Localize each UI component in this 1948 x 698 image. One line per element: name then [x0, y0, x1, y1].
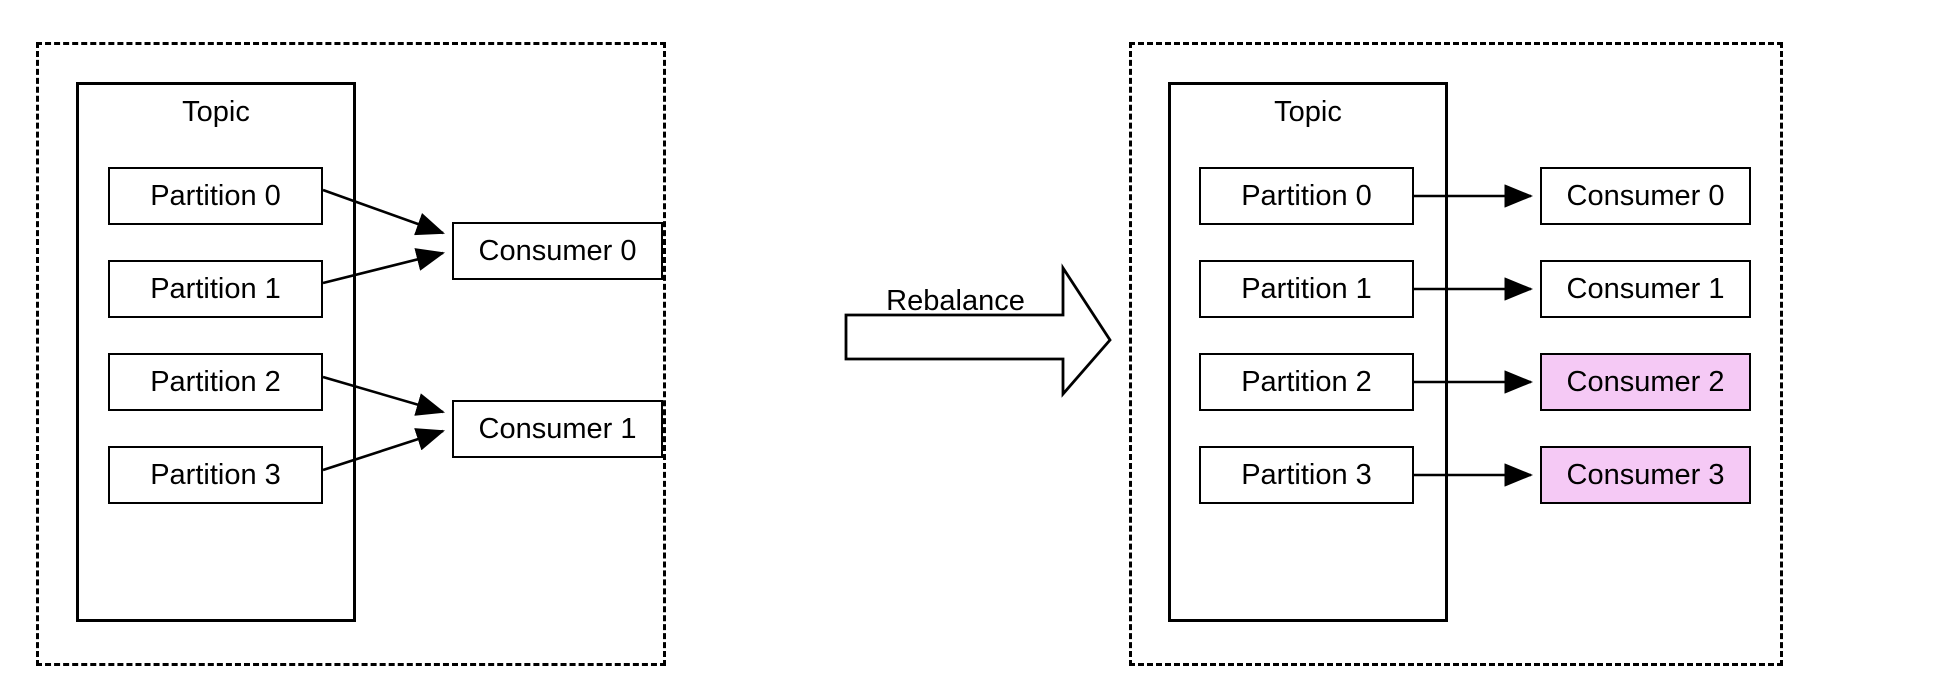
- partition-box-after-0: Partition 0: [1199, 167, 1414, 225]
- topic-box-after: Topic: [1168, 82, 1448, 622]
- partition-box-before-1: Partition 1: [108, 260, 323, 318]
- topic-label-after: Topic: [1274, 96, 1342, 128]
- partition-box-after-3: Partition 3: [1199, 446, 1414, 504]
- partition-box-before-2: Partition 2: [108, 353, 323, 411]
- topic-label-before: Topic: [182, 96, 250, 128]
- partition-box-after-2: Partition 2: [1199, 353, 1414, 411]
- rebalance-block-arrow-icon: [844, 263, 1112, 398]
- topic-box-before: Topic: [76, 82, 356, 622]
- consumer-box-after-3: Consumer 3: [1540, 446, 1751, 504]
- partition-box-before-3: Partition 3: [108, 446, 323, 504]
- partition-box-before-0: Partition 0: [108, 167, 323, 225]
- consumer-box-after-1: Consumer 1: [1540, 260, 1751, 318]
- consumer-box-after-0: Consumer 0: [1540, 167, 1751, 225]
- consumer-box-before-0: Consumer 0: [452, 222, 663, 280]
- diagram-canvas: Topic Partition 0 Partition 1 Partition …: [0, 0, 1948, 698]
- partition-box-after-1: Partition 1: [1199, 260, 1414, 318]
- consumer-box-before-1: Consumer 1: [452, 400, 663, 458]
- consumer-box-after-2: Consumer 2: [1540, 353, 1751, 411]
